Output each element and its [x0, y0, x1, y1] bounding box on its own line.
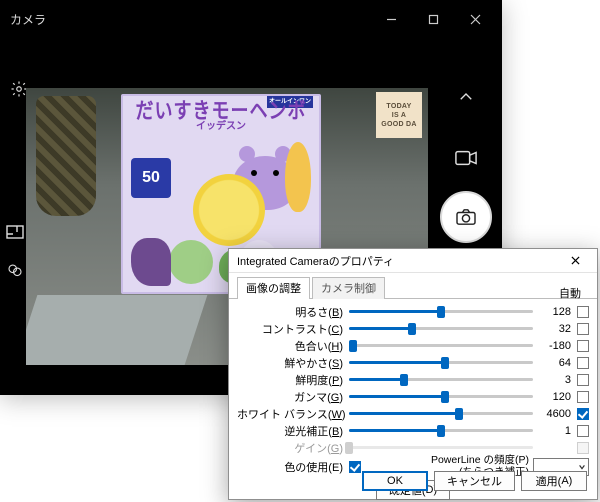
slider-hue[interactable] [349, 339, 533, 353]
slider-row-brightness: 明るさ(B) 128 [237, 303, 589, 320]
tab-image-adjust[interactable]: 画像の調整 [237, 277, 310, 299]
label-gamma: ガンマ(G) [237, 389, 349, 405]
slider-whitebalance[interactable] [349, 407, 533, 421]
scene-wall-sign: TODAY IS A GOOD DA [376, 92, 422, 138]
apply-button[interactable]: 適用(A) [521, 471, 587, 491]
value-sharpness: 3 [539, 374, 577, 386]
auto-checkbox-contrast[interactable] [577, 323, 589, 335]
cancel-button[interactable]: キャンセル [434, 471, 515, 491]
sign-l1: TODAY [386, 102, 411, 111]
auto-column-header: 自動 [559, 285, 581, 301]
dialog-titlebar: Integrated Cameraのプロパティ [229, 249, 597, 273]
slider-row-gamma: ガンマ(G) 120 [237, 388, 589, 405]
value-contrast: 32 [539, 323, 577, 335]
value-whitebalance: 4600 [539, 408, 577, 420]
value-backlight: 1 [539, 425, 577, 437]
dialog-title: Integrated Cameraのプロパティ [237, 253, 559, 269]
slider-row-whitebalance: ホワイト バランス(W) 4600 [237, 405, 589, 422]
box-bear [169, 240, 213, 284]
ok-button[interactable]: OK [362, 471, 428, 491]
label-gain: ゲイン(G) [237, 440, 349, 456]
slider-backlight[interactable] [349, 424, 533, 438]
auto-checkbox-gamma[interactable] [577, 391, 589, 403]
auto-checkbox-sharpness[interactable] [577, 374, 589, 386]
value-saturation: 64 [539, 357, 577, 369]
slider-saturation[interactable] [349, 356, 533, 370]
camera-titlebar: カメラ [0, 0, 502, 38]
box-badge [193, 174, 265, 246]
close-button[interactable] [454, 5, 496, 33]
slider-row-backlight: 逆光補正(B) 1 [237, 422, 589, 439]
slider-row-saturation: 鮮やかさ(S) 64 [237, 354, 589, 371]
slider-brightness[interactable] [349, 305, 533, 319]
value-gamma: 120 [539, 391, 577, 403]
label-brightness: 明るさ(B) [237, 304, 349, 320]
chevron-up-icon[interactable] [457, 88, 475, 111]
auto-checkbox-gain [577, 442, 589, 454]
slider-row-gain: ゲイン(G) [237, 439, 589, 456]
auto-checkbox-backlight[interactable] [577, 425, 589, 437]
slider-row-contrast: コントラスト(C) 32 [237, 320, 589, 337]
value-brightness: 128 [539, 306, 577, 318]
shutter-button[interactable] [440, 191, 492, 243]
label-hue: 色合い(H) [237, 338, 349, 354]
label-backlight: 逆光補正(B) [237, 423, 349, 439]
slider-contrast[interactable] [349, 322, 533, 336]
label-saturation: 鮮やかさ(S) [237, 355, 349, 371]
sign-l3: GOOD DA [381, 120, 417, 129]
color-enable-label: 色の使用(E) [237, 459, 349, 475]
camera-left-tools [6, 225, 24, 285]
minimize-button[interactable] [370, 5, 412, 33]
dialog-close-button[interactable] [559, 251, 591, 271]
auto-checkbox-saturation[interactable] [577, 357, 589, 369]
camera-properties-dialog: Integrated Cameraのプロパティ 画像の調整 カメラ制御 自動 明… [228, 248, 598, 500]
color-enable-checkbox[interactable] [349, 461, 361, 473]
slider-sharpness[interactable] [349, 373, 533, 387]
auto-checkbox-hue[interactable] [577, 340, 589, 352]
camera-title: カメラ [6, 11, 370, 28]
box-giraffe [285, 142, 311, 212]
auto-checkbox-brightness[interactable] [577, 306, 589, 318]
sign-l2: IS A [392, 111, 407, 120]
box-headline: だいすきモーヘンボ [136, 100, 307, 122]
scene-table [26, 295, 207, 365]
scene-coat [36, 96, 96, 216]
label-contrast: コントラスト(C) [237, 321, 349, 337]
aspect-button[interactable] [6, 225, 24, 244]
slider-gain [349, 441, 533, 455]
box-dino [131, 238, 171, 286]
value-hue: -180 [539, 340, 577, 352]
dialog-tabs: 画像の調整 カメラ制御 [229, 273, 597, 299]
label-sharpness: 鮮明度(P) [237, 372, 349, 388]
slider-row-sharpness: 鮮明度(P) 3 [237, 371, 589, 388]
auto-checkbox-whitebalance[interactable] [577, 408, 589, 420]
label-whitebalance: ホワイト バランス(W) [237, 406, 349, 422]
maximize-button[interactable] [412, 5, 454, 33]
effects-button[interactable] [6, 262, 24, 285]
slider-row-hue: 色合い(H) -180 [237, 337, 589, 354]
tab-camera-control[interactable]: カメラ制御 [312, 277, 385, 299]
box-fifty: 50 [131, 158, 171, 198]
video-mode-button[interactable] [455, 150, 477, 171]
box-sub: イッデスン [196, 122, 246, 132]
dialog-button-row: OK キャンセル 適用(A) [362, 471, 587, 491]
slider-gamma[interactable] [349, 390, 533, 404]
